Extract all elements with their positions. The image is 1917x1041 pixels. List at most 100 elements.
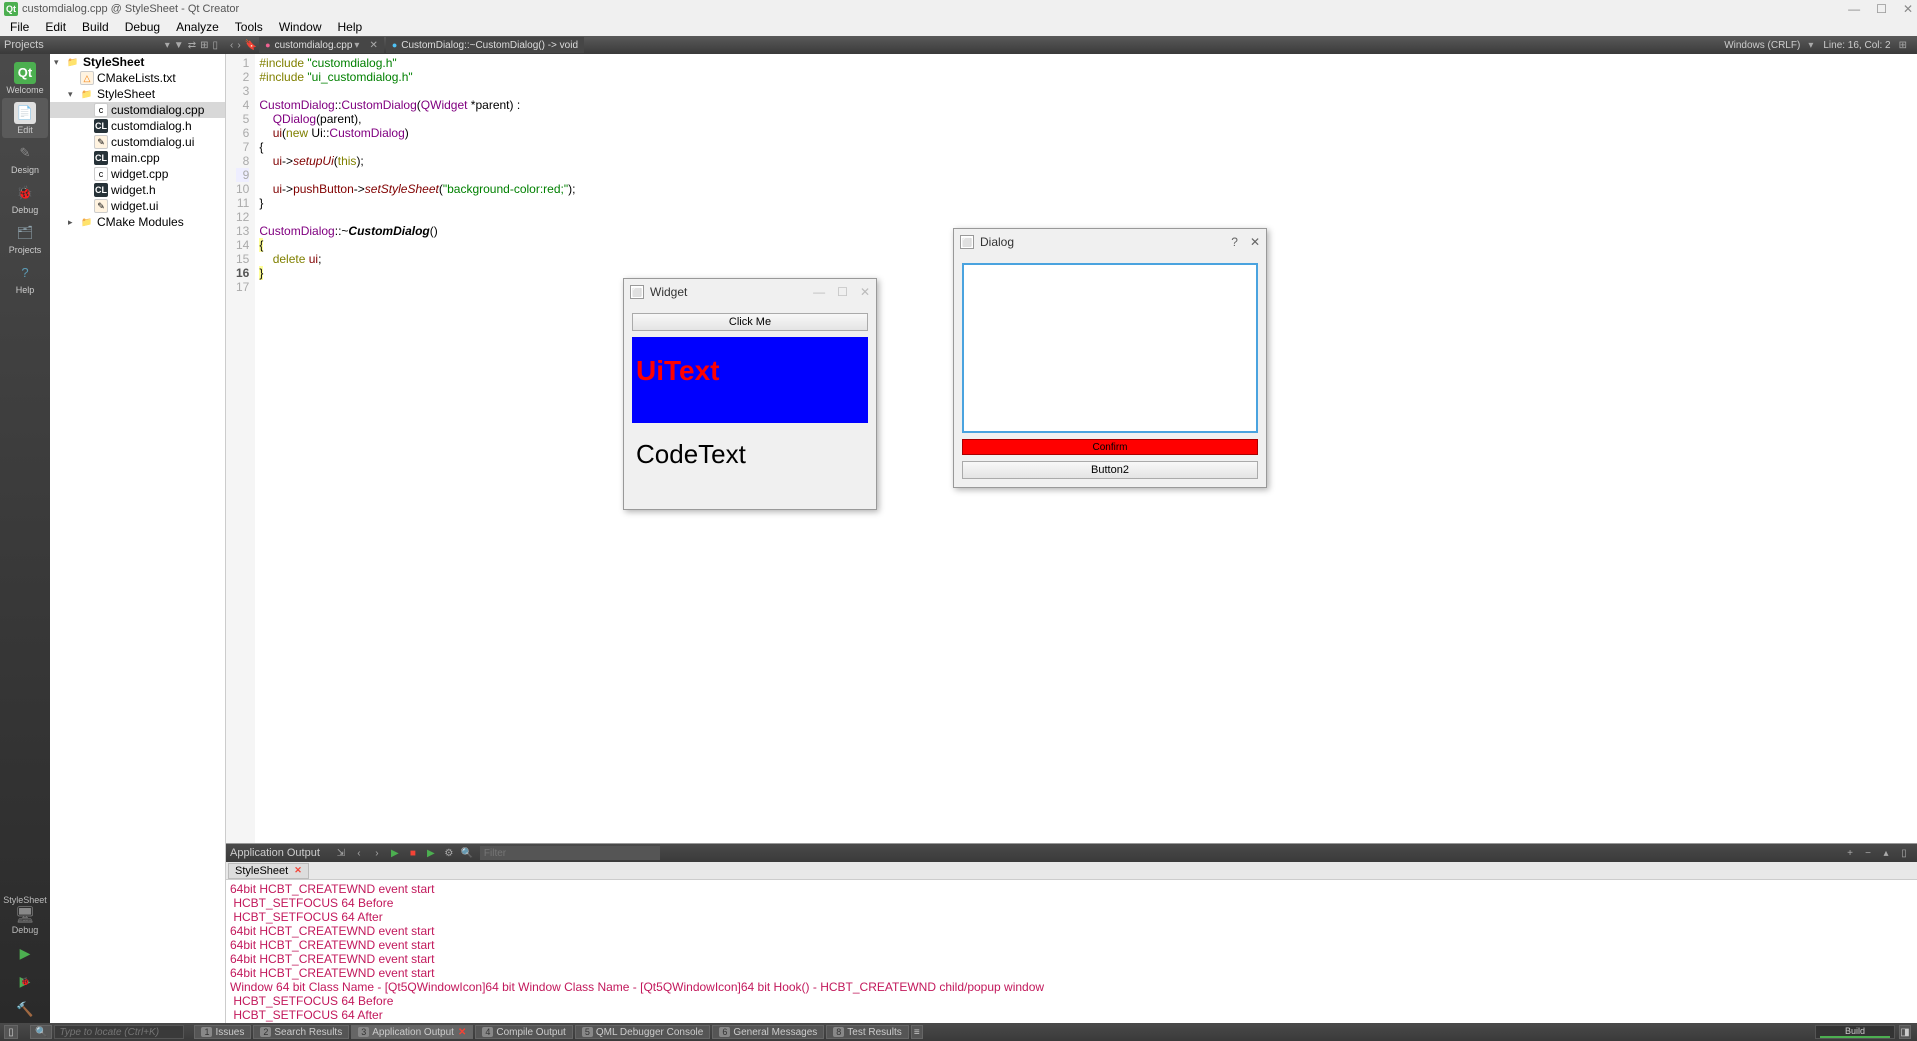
menu-edit[interactable]: Edit [37, 19, 74, 35]
dialog-window-titlebar[interactable]: ⬜ Dialog ? ✕ [954, 229, 1266, 255]
nav-forward-icon[interactable]: › [237, 40, 240, 51]
close-icon[interactable]: ✕ [458, 1027, 466, 1038]
symbol-selector[interactable]: ● CustomDialog::~CustomDialog() -> void [386, 37, 584, 53]
build-indicator[interactable]: Build [1815, 1025, 1895, 1039]
bookmark-icon[interactable]: 🔖 [245, 40, 257, 51]
output-minus-icon[interactable]: − [1860, 846, 1876, 860]
tree-item-widget-h[interactable]: CL widget.h [50, 182, 225, 198]
search-icon: 🔍 [459, 846, 475, 860]
filter-funnel-icon[interactable]: ▼ [174, 40, 184, 51]
output-min-icon[interactable]: ▴ [1878, 846, 1894, 860]
tree-item-stylesheet-folder[interactable]: ▾ 📁 StyleSheet [50, 86, 225, 102]
build-button[interactable]: 🔨 [10, 997, 40, 1021]
status-tab-general[interactable]: 6General Messages [712, 1025, 824, 1039]
split-icon[interactable]: ▯ [212, 40, 218, 51]
project-tree[interactable]: ▾ 📁 StyleSheet △ CMakeLists.txt ▾ 📁 Styl… [50, 54, 226, 1023]
widget-app-window[interactable]: ⬜ Widget — ☐ ✕ Click Me UiText CodeText [623, 278, 877, 510]
menu-tools[interactable]: Tools [227, 19, 271, 35]
attach-icon[interactable]: ⇲ [333, 846, 349, 860]
menu-help[interactable]: Help [330, 19, 371, 35]
dialog-app-window[interactable]: ⬜ Dialog ? ✕ Confirm Button2 [953, 228, 1267, 488]
nav-back-icon[interactable]: ‹ [230, 40, 233, 51]
split-editor-icon[interactable]: ⊞ [1899, 40, 1907, 51]
toolbar-strip: Projects ▾ ▼ ⇄ ⊞ ▯ ‹ › 🔖 ● customdialog.… [0, 36, 1917, 54]
main-area: Qt Welcome 📄 Edit ✎ Design 🐞 Debug 🗂 Pro… [0, 54, 1917, 1023]
status-more-icon[interactable]: ≡ [911, 1025, 923, 1039]
status-tab-app-output[interactable]: 3Application Output✕ [351, 1025, 473, 1039]
stop-icon[interactable]: ■ [405, 846, 421, 860]
button2-button[interactable]: Button2 [962, 461, 1258, 479]
ui-file-icon: ✎ [94, 135, 108, 149]
cpp-file-icon: CL [94, 151, 108, 165]
output-tab-stylesheet[interactable]: StyleSheet ✕ [228, 863, 309, 879]
run-debug-button[interactable]: ▶🐞 [10, 969, 40, 993]
next-icon[interactable]: › [369, 846, 385, 860]
target-selector[interactable]: StyleSheet 🖥 Debug [2, 895, 48, 935]
dialog-text-area[interactable] [962, 263, 1258, 433]
open-file-selector[interactable]: ● customdialog.cpp ▾ ✕ [259, 37, 384, 53]
tree-item-cmake-modules[interactable]: ▸ 📁 CMake Modules [50, 214, 225, 230]
locator-icon[interactable]: 🔍 [30, 1025, 52, 1039]
minimize-button[interactable]: — [1848, 2, 1860, 16]
close-icon[interactable]: ✕ [860, 285, 870, 299]
locator-input[interactable] [54, 1025, 184, 1039]
tree-root[interactable]: ▾ 📁 StyleSheet [50, 54, 225, 70]
add-icon[interactable]: ⊞ [200, 40, 208, 51]
tree-item-widget-cpp[interactable]: c widget.cpp [50, 166, 225, 182]
tree-item-widget-ui[interactable]: ✎ widget.ui [50, 198, 225, 214]
widget-window-titlebar[interactable]: ⬜ Widget — ☐ ✕ [624, 279, 876, 305]
status-tab-tests[interactable]: 8Test Results [826, 1025, 908, 1039]
toggle-sidebar-icon[interactable]: ▯ [4, 1025, 18, 1039]
maximize-button[interactable]: ☐ [1876, 2, 1887, 16]
expander-icon[interactable]: ▸ [68, 217, 78, 228]
close-icon[interactable]: ✕ [1250, 235, 1260, 249]
menu-analyze[interactable]: Analyze [168, 19, 227, 35]
menu-debug[interactable]: Debug [117, 19, 168, 35]
status-tab-issues[interactable]: 1Issues [194, 1025, 251, 1039]
expander-icon[interactable]: ▾ [68, 89, 78, 100]
output-filter-input[interactable] [480, 846, 660, 860]
mode-edit[interactable]: 📄 Edit [2, 98, 48, 138]
tree-item-customdialog-cpp[interactable]: c customdialog.cpp [50, 102, 225, 118]
mode-help[interactable]: ? Help [2, 258, 48, 298]
prev-icon[interactable]: ‹ [351, 846, 367, 860]
expander-icon[interactable]: ▾ [54, 57, 64, 68]
menu-build[interactable]: Build [74, 19, 117, 35]
close-file-icon[interactable]: ✕ [369, 40, 377, 51]
tree-item-cmakelists[interactable]: △ CMakeLists.txt [50, 70, 225, 86]
help-icon[interactable]: ? [1231, 235, 1238, 249]
minimize-icon[interactable]: — [813, 285, 825, 299]
confirm-button[interactable]: Confirm [962, 439, 1258, 455]
menu-window[interactable]: Window [271, 19, 330, 35]
projects-header: Projects ▾ ▼ ⇄ ⊞ ▯ [0, 39, 224, 51]
output-text[interactable]: 64bit HCBT_CREATEWND event start HCBT_SE… [226, 880, 1917, 1023]
filter-icon[interactable]: ▾ [165, 40, 170, 51]
mode-welcome[interactable]: Qt Welcome [2, 58, 48, 98]
line-encoding[interactable]: Windows (CRLF) [1724, 40, 1800, 51]
link-icon[interactable]: ⇄ [188, 40, 196, 51]
close-button[interactable]: ✕ [1903, 2, 1913, 16]
settings-icon[interactable]: ⚙ [441, 846, 457, 860]
output-close-icon[interactable]: ▯ [1896, 846, 1912, 860]
tree-item-main-cpp[interactable]: CL main.cpp [50, 150, 225, 166]
status-tab-search[interactable]: 2Search Results [253, 1025, 349, 1039]
menu-file[interactable]: File [2, 19, 37, 35]
status-tab-compile[interactable]: 4Compile Output [475, 1025, 573, 1039]
rerun-icon[interactable]: ▶ [387, 846, 403, 860]
mode-projects[interactable]: 🗂 Projects [2, 218, 48, 258]
output-plus-icon[interactable]: + [1842, 846, 1858, 860]
file-dropdown-icon[interactable]: ▾ [354, 40, 359, 51]
qt-window-icon: ⬜ [630, 285, 644, 299]
tree-item-customdialog-h[interactable]: CL customdialog.h [50, 118, 225, 134]
line-col-indicator[interactable]: Line: 16, Col: 2 [1823, 40, 1890, 51]
toggle-right-sidebar-icon[interactable]: ◨ [1899, 1025, 1911, 1039]
maximize-icon[interactable]: ☐ [837, 285, 848, 299]
tree-item-customdialog-ui[interactable]: ✎ customdialog.ui [50, 134, 225, 150]
status-tab-qml[interactable]: 5QML Debugger Console [575, 1025, 710, 1039]
close-tab-icon[interactable]: ✕ [294, 865, 302, 876]
mode-design[interactable]: ✎ Design [2, 138, 48, 178]
click-me-button[interactable]: Click Me [632, 313, 868, 331]
rerun2-icon[interactable]: ▶ [423, 846, 439, 860]
run-button[interactable]: ▶ [10, 941, 40, 965]
mode-debug[interactable]: 🐞 Debug [2, 178, 48, 218]
